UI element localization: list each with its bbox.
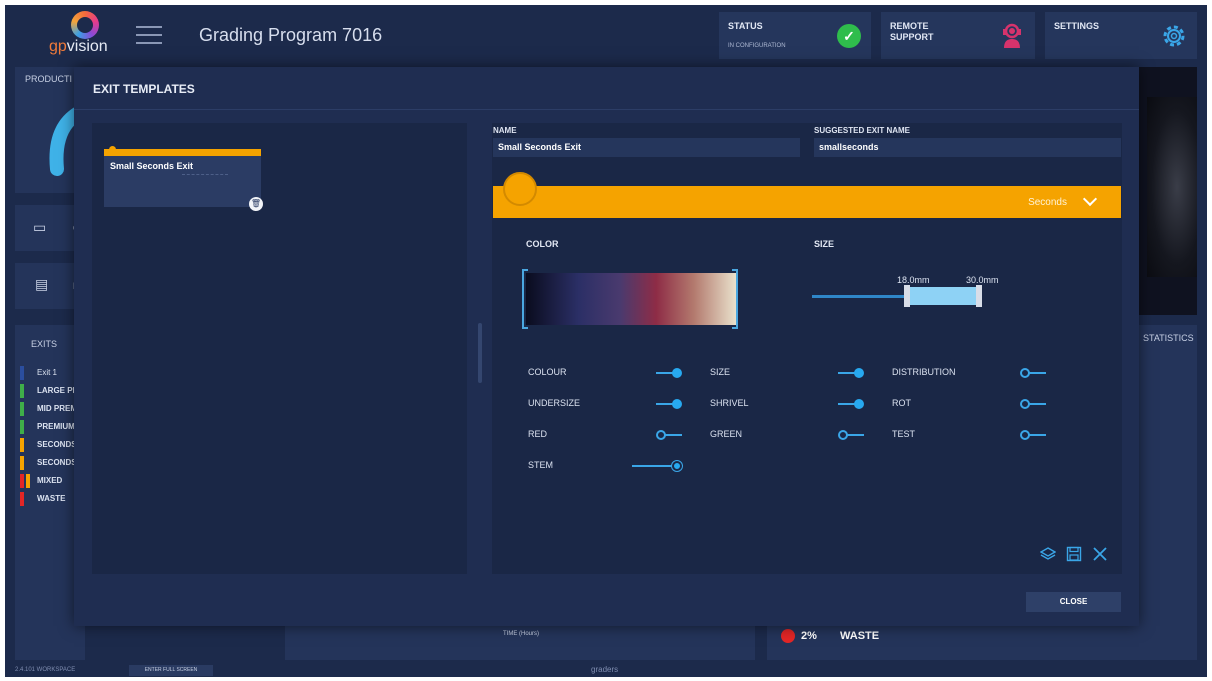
- modal-title: EXIT TEMPLATES: [93, 82, 195, 96]
- template-editor: NAME Small Seconds Exit SUGGESTED EXIT N…: [492, 123, 1122, 574]
- support-agent-icon: [1003, 23, 1021, 48]
- save-icon[interactable]: [1066, 546, 1082, 562]
- gpvision-logo-text: gpvision: [49, 38, 108, 55]
- size-slider-track[interactable]: [812, 295, 904, 298]
- gear-icon: [1163, 25, 1185, 47]
- toggle-green[interactable]: [838, 430, 864, 440]
- exit-color-swatch: [503, 172, 537, 206]
- toggle-red[interactable]: [656, 430, 682, 440]
- selected-exit-label: Seconds: [1028, 197, 1067, 208]
- template-card-name: Small Seconds Exit: [110, 161, 194, 171]
- size-max-value: 30.0mm: [966, 275, 999, 285]
- chevron-down-icon: [1082, 191, 1098, 207]
- name-field[interactable]: Small Seconds Exit: [493, 138, 800, 157]
- size-max-handle[interactable]: [976, 285, 982, 307]
- toggle-rot[interactable]: [1020, 399, 1046, 409]
- size-min-handle[interactable]: [904, 285, 910, 307]
- camera-view: [1139, 67, 1197, 315]
- menu-icon[interactable]: [136, 26, 162, 44]
- color-range-handle-right[interactable]: [732, 269, 738, 329]
- tray-icon: ▭: [33, 219, 47, 235]
- template-card[interactable]: Small Seconds Exit 🗑: [104, 146, 263, 211]
- statistics-panel: STATISTICS: [1139, 325, 1197, 660]
- toggle-size[interactable]: [838, 368, 864, 378]
- toggle-undersize[interactable]: [656, 399, 682, 409]
- app-screen: gpvision Grading Program 7016 STATUS IN …: [5, 5, 1207, 677]
- toggle-colour[interactable]: [656, 368, 682, 378]
- program-title: Grading Program 7016: [199, 25, 383, 45]
- settings-button[interactable]: SETTINGS: [1045, 12, 1197, 59]
- template-list: Small Seconds Exit 🗑: [92, 123, 467, 574]
- size-min-value: 18.0mm: [897, 275, 930, 285]
- size-slider-range[interactable]: [906, 287, 976, 305]
- status-panel[interactable]: STATUS IN CONFIGURATION ✓: [719, 12, 871, 59]
- waste-dot-icon: [781, 629, 795, 643]
- enter-fullscreen-button[interactable]: ENTER FULL SCREEN: [129, 665, 213, 676]
- trash-icon[interactable]: 🗑: [249, 197, 263, 211]
- gpvision-logo-icon: [71, 11, 99, 39]
- remote-support-button[interactable]: REMOTE SUPPORT: [881, 12, 1035, 59]
- check-icon: ✓: [837, 24, 861, 48]
- pane-splitter-handle[interactable]: [478, 323, 482, 383]
- close-icon[interactable]: [1092, 546, 1108, 562]
- clipboard-icon: ▤: [35, 276, 49, 292]
- toggle-shrivel[interactable]: [838, 399, 864, 409]
- close-button[interactable]: CLOSE: [1026, 592, 1121, 612]
- suggested-exit-name-field[interactable]: smallseconds: [814, 138, 1121, 157]
- toggle-stem[interactable]: [632, 461, 682, 471]
- toggle-test[interactable]: [1020, 430, 1046, 440]
- toggle-distribution[interactable]: [1020, 368, 1046, 378]
- color-range-gradient[interactable]: [526, 273, 736, 325]
- color-range-handle-left[interactable]: [522, 269, 528, 329]
- exit-select[interactable]: Seconds: [493, 172, 1121, 218]
- exit-templates-modal: EXIT TEMPLATES Small Seconds Exit 🗑 NAME…: [74, 67, 1139, 626]
- layers-icon[interactable]: [1040, 546, 1056, 562]
